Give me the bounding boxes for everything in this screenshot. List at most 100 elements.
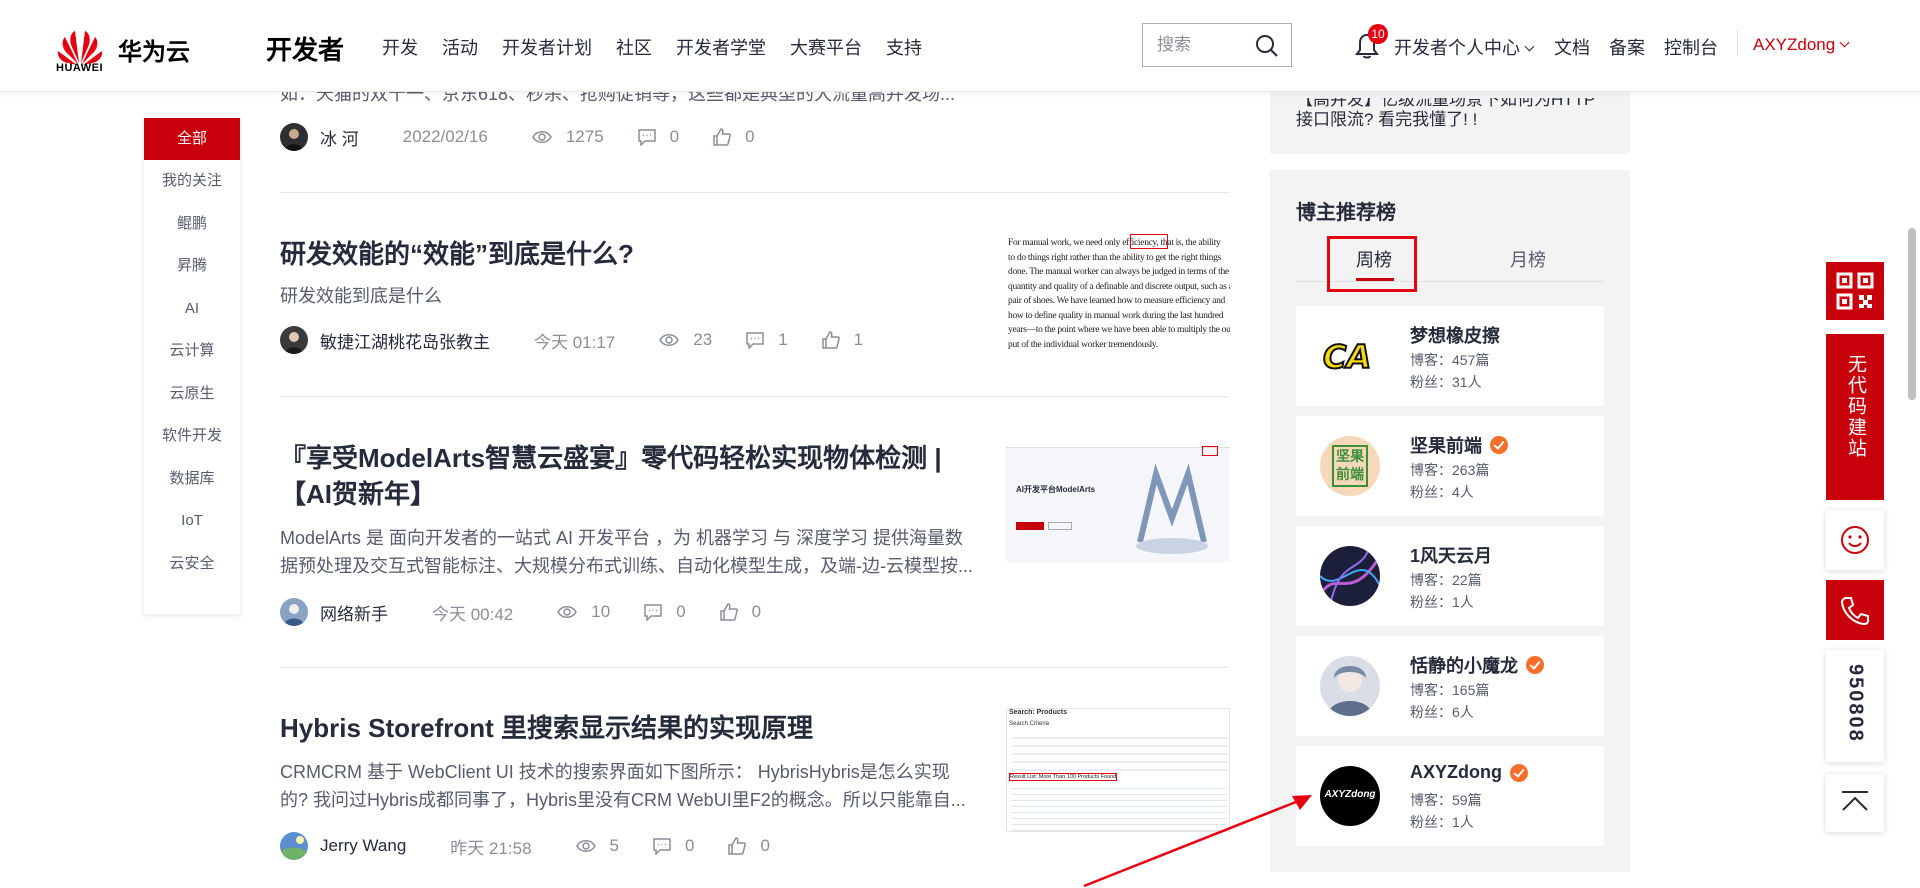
likes-stat[interactable]: 0	[713, 127, 755, 147]
blogger-fans-count: 粉丝：1人	[1410, 594, 1474, 610]
thumbnail-text-line: how to define quality in manual work dur…	[1008, 310, 1224, 321]
article-divider	[280, 192, 1230, 193]
nav-item-develop[interactable]: 开发	[382, 34, 418, 60]
article-title[interactable]: 『享受ModelArts智慧云盛宴』零代码轻松实现物体检测 |	[280, 438, 942, 478]
article-title[interactable]: Hybris Storefront 里搜索显示结果的实现原理	[280, 708, 813, 748]
blogger-avatar[interactable]: 坚果前端	[1320, 436, 1380, 496]
blogger-name[interactable]: 1风天云月	[1410, 542, 1492, 568]
eye-icon	[659, 334, 680, 346]
blogger-name[interactable]: 恬静的小魔龙	[1410, 652, 1518, 678]
author-avatar[interactable]	[280, 123, 308, 151]
blogger-name[interactable]: AXYZdong	[1410, 762, 1502, 783]
author-avatar[interactable]	[280, 326, 308, 354]
personal-center-menu[interactable]: 开发者个人中心	[1394, 34, 1535, 60]
comments-count: 1	[778, 330, 788, 349]
article-meta: 网络新手 今天 00:42 10 0 0	[280, 598, 795, 626]
author-avatar[interactable]	[280, 832, 308, 860]
blogger-blog-count: 博客：59篇	[1410, 792, 1482, 808]
nav-item-developer-plan[interactable]: 开发者计划	[502, 34, 592, 60]
blogger-avatar[interactable]: CA	[1320, 326, 1380, 386]
thumbnail-form	[1011, 731, 1227, 773]
likes-stat[interactable]: 0	[719, 602, 762, 622]
avatar-logo-text: AXYZdong	[1324, 789, 1376, 800]
blogger-name[interactable]: 坚果前端	[1410, 432, 1482, 458]
tab-monthly[interactable]: 月榜	[1510, 246, 1546, 272]
ranking-title: 博主推荐榜	[1296, 202, 1396, 224]
category-following[interactable]: 我的关注	[144, 160, 240, 203]
author-name[interactable]: 网络新手	[320, 600, 388, 625]
header-divider	[1737, 30, 1738, 56]
back-to-top-button[interactable]	[1826, 774, 1884, 832]
comments-stat[interactable]: 0	[653, 836, 694, 856]
blogger-card[interactable]: CA 梦想橡皮擦 博客：457篇 粉丝：31人	[1296, 306, 1604, 406]
top-header: HUAWEI 华为云 开发者 开发 活动 开发者计划 社区 开发者学堂 大赛平台…	[0, 0, 1920, 92]
article-thumbnail[interactable]: AI开发平台ModelArts	[1006, 438, 1230, 562]
comments-stat[interactable]: 1	[746, 330, 788, 350]
search-icon[interactable]	[1255, 34, 1279, 58]
comments-stat[interactable]: 0	[644, 602, 686, 622]
category-all[interactable]: 全部	[144, 118, 240, 160]
category-software-dev[interactable]: 软件开发	[144, 415, 240, 458]
nav-item-academy[interactable]: 开发者学堂	[676, 34, 766, 60]
blogger-avatar[interactable]	[1320, 546, 1380, 606]
author-name[interactable]: 敏捷江湖桃花岛张教主	[320, 328, 490, 353]
likes-stat[interactable]: 1	[821, 330, 864, 350]
personal-center-label: 开发者个人中心	[1394, 38, 1520, 58]
category-kunpeng[interactable]: 鲲鹏	[144, 203, 240, 246]
nav-item-community[interactable]: 社区	[616, 34, 652, 60]
category-cloud-computing[interactable]: 云计算	[144, 330, 240, 373]
console-link[interactable]: 控制台	[1664, 34, 1718, 60]
blogger-blog-count: 博客：165篇	[1410, 682, 1490, 698]
qr-code-button[interactable]	[1826, 262, 1884, 320]
thumbnail-text-line: years—to the point where we have been ab…	[1008, 325, 1230, 335]
nav-item-support[interactable]: 支持	[886, 34, 922, 60]
article-title[interactable]: 研发效能的“效能”到底是什么?	[280, 234, 634, 274]
author-avatar[interactable]	[280, 598, 308, 626]
related-article-card[interactable]: 【高并发】亿级流量场景下如何为HTTP 接口限流? 看完我懂了! !	[1270, 84, 1630, 154]
blogger-name[interactable]: 梦想橡皮擦	[1410, 322, 1500, 348]
blogger-card[interactable]: 恬静的小魔龙 博客：165篇 粉丝：6人	[1296, 636, 1604, 736]
search-input[interactable]	[1157, 35, 1267, 55]
notification-badge: 10	[1368, 24, 1388, 44]
likes-count: 0	[751, 602, 762, 621]
blogger-avatar[interactable]: AXYZdong	[1320, 766, 1380, 826]
blogger-blog-count: 博客：22篇	[1410, 572, 1482, 588]
beian-link[interactable]: 备案	[1609, 34, 1645, 60]
blogger-avatar[interactable]	[1320, 656, 1380, 716]
blogger-blog-count: 博客：457篇	[1410, 352, 1490, 368]
nav-item-contest[interactable]: 大赛平台	[790, 34, 862, 60]
phone-icon	[1840, 597, 1869, 626]
blogger-card[interactable]: 坚果前端 坚果前端 博客：263篇 粉丝：4人	[1296, 416, 1604, 516]
category-ai[interactable]: AI	[144, 288, 240, 331]
thumbnail-text-line: pair of shoes. We have learned how to me…	[1008, 296, 1225, 306]
feedback-button[interactable]	[1826, 510, 1884, 570]
developer-brand[interactable]: 开发者	[266, 30, 344, 67]
nav-item-activity[interactable]: 活动	[442, 34, 478, 60]
likes-stat[interactable]: 0	[728, 836, 770, 856]
category-cloud-security[interactable]: 云安全	[144, 543, 240, 586]
docs-link[interactable]: 文档	[1554, 34, 1590, 60]
blogger-name-row: 恬静的小魔龙	[1410, 652, 1544, 678]
category-iot[interactable]: IoT	[144, 500, 240, 543]
author-name[interactable]: 冰 河	[320, 125, 359, 150]
author-name[interactable]: Jerry Wang	[320, 836, 406, 856]
thumbnail-topbar	[1006, 438, 1230, 448]
blogger-card[interactable]: AXYZdong AXYZdong 博客：59篇 粉丝：1人	[1296, 746, 1604, 846]
category-database[interactable]: 数据库	[144, 458, 240, 501]
article-title-line2[interactable]: 【AI贺新年】	[280, 474, 436, 514]
nocode-builder-button[interactable]: 无代码建站	[1826, 334, 1884, 500]
logo-wordmark: HUAWEI	[56, 62, 103, 74]
category-ascend[interactable]: 昇腾	[144, 245, 240, 288]
article-description: ModelArts 是 面向开发者的一站式 AI 开发平台 ，为 机器学习 与 …	[280, 528, 964, 548]
user-menu[interactable]: AXYZdong	[1753, 35, 1850, 55]
comments-stat[interactable]: 0	[637, 127, 679, 147]
category-cloud-native[interactable]: 云原生	[144, 373, 240, 416]
article-thumbnail[interactable]: For manual work, we need only efficiency…	[1006, 234, 1230, 358]
phone-button[interactable]	[1826, 580, 1884, 640]
blogger-card[interactable]: 1风天云月 博客：22篇 粉丝：1人	[1296, 526, 1604, 626]
page-scrollbar[interactable]	[1908, 228, 1916, 400]
likes-count: 1	[853, 330, 864, 349]
avatar-logo-text: CA	[1323, 338, 1371, 376]
thumbs-up-icon	[719, 603, 738, 621]
huawei-logo[interactable]: HUAWEI 华为云	[56, 22, 190, 74]
